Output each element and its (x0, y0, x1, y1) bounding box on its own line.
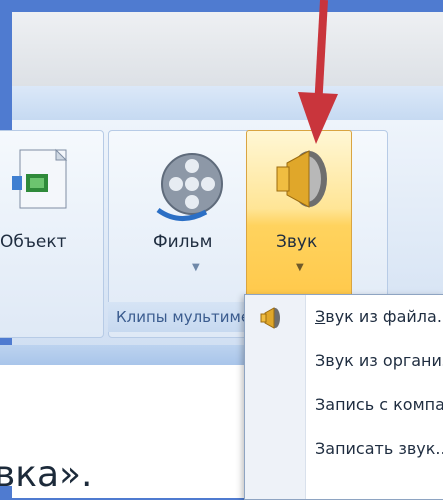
menu-item-label: Звук из организатора клипов... (315, 351, 443, 370)
menu-item-record-sound[interactable]: Записать звук... (305, 427, 443, 471)
object-icon (12, 148, 68, 209)
film-reel-icon (156, 153, 223, 221)
group-label-media-clips: Клипы мультимедиа (108, 302, 266, 332)
menu-item-label: вук из файла... (325, 307, 443, 326)
sound-dropdown-menu: Звук из файла... Звук из организатора кл… (244, 294, 443, 500)
movie-button[interactable] (140, 140, 244, 300)
menu-item-label: Запись с компакт-диска... (315, 395, 443, 414)
sound-label: Звук (276, 232, 318, 252)
menu-item-sound-from-file[interactable]: Звук из файла... (305, 295, 443, 339)
menu-item-sound-from-organizer[interactable]: Звук из организатора клипов... (305, 339, 443, 383)
menu-item-accelerator: З (315, 307, 326, 326)
menu-item-play-cd[interactable]: Запись с компакт-диска... (305, 383, 443, 427)
sound-dropdown-arrow-icon[interactable]: ▼ (296, 262, 304, 273)
object-label: Объект (0, 232, 67, 252)
movie-label: Фильм (153, 232, 213, 252)
speaker-small-icon (260, 307, 280, 329)
title-bar (12, 12, 443, 86)
insert-object-button[interactable] (0, 140, 90, 290)
slide-text: вка». (0, 454, 93, 495)
menu-item-label: Записать звук... (315, 439, 443, 458)
ribbon-tab-strip (12, 86, 443, 121)
speaker-icon (276, 150, 327, 208)
sound-button[interactable] (246, 130, 352, 304)
movie-dropdown-arrow-icon[interactable]: ▼ (192, 262, 200, 273)
